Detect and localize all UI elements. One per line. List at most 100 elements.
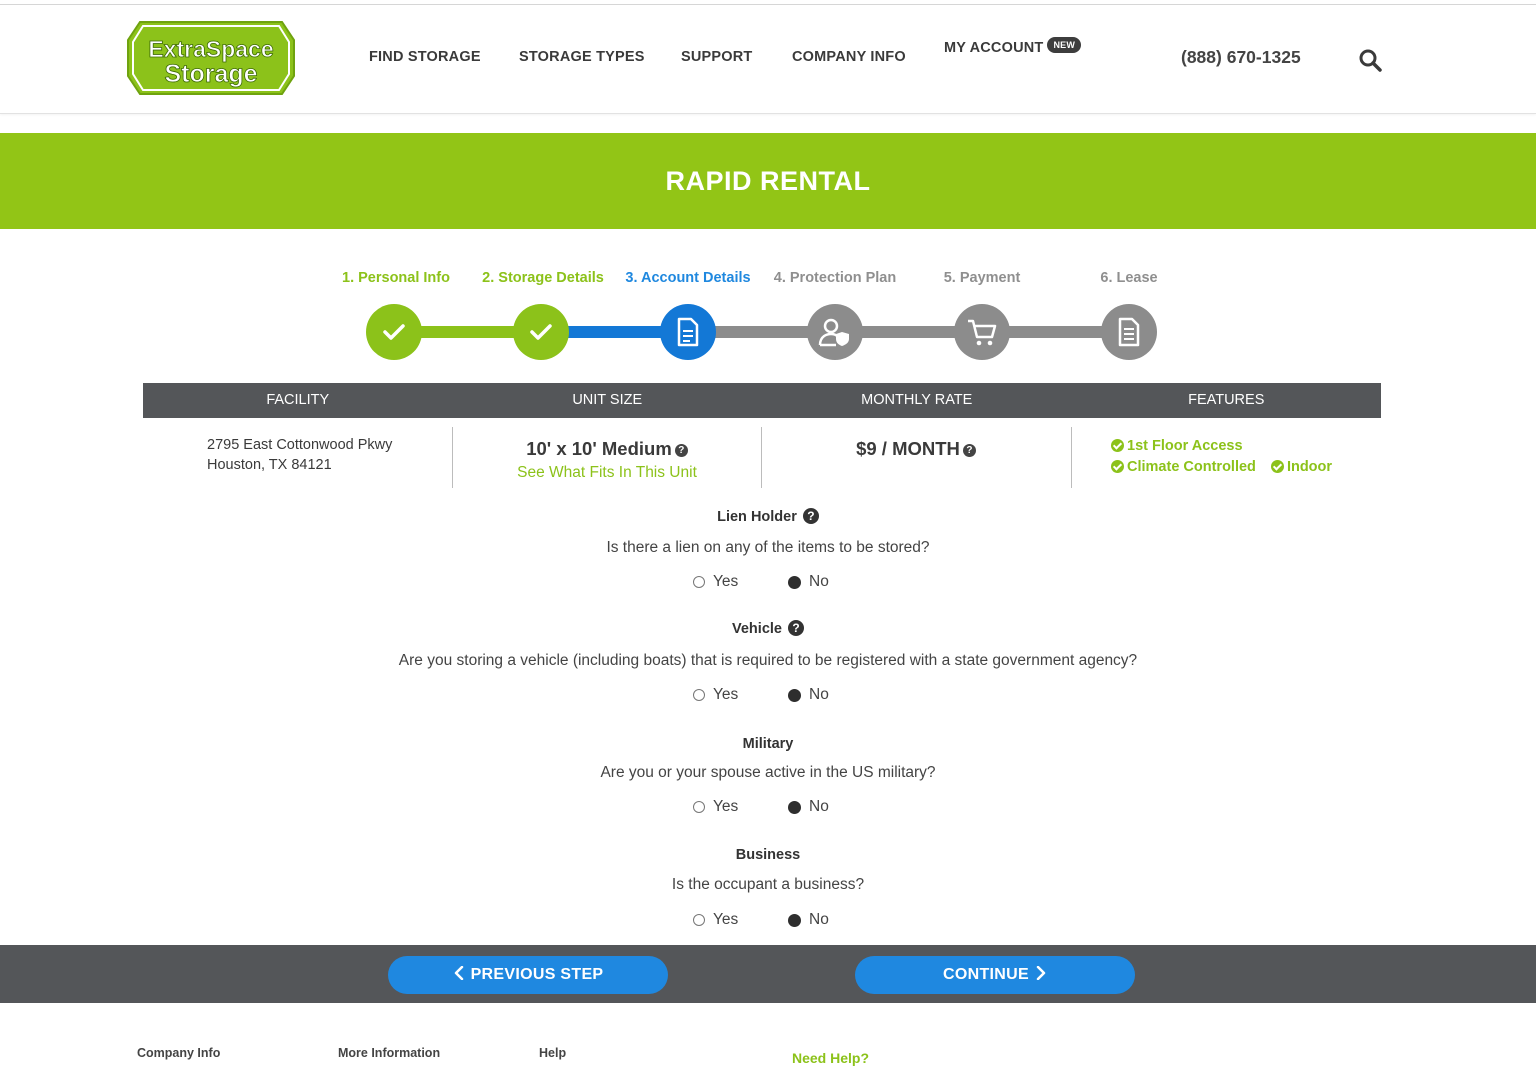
step-label-protection-plan: 4. Protection Plan [773, 270, 897, 286]
nav-company-info[interactable]: COMPANY INFO [792, 49, 906, 65]
feature-label: Climate Controlled [1127, 459, 1256, 475]
radio-label: No [809, 911, 829, 928]
radio-label: Yes [713, 911, 739, 928]
monthly-rate-cell: $9 / MONTH? [762, 438, 1070, 498]
logo-text-line1: ExtraSpace [148, 36, 273, 62]
help-icon[interactable]: ? [674, 444, 688, 457]
summary-header-monthly-rate: MONTHLY RATE [861, 392, 973, 408]
feature-label: Indoor [1286, 459, 1333, 475]
page-title: RAPID RENTAL [665, 166, 871, 196]
step-circle-personal-info[interactable] [366, 304, 422, 360]
feature-item: Climate Controlled [1111, 459, 1256, 475]
step-circle-payment [954, 304, 1010, 360]
vehicle-question: Are you storing a vehicle (including boa… [398, 652, 1138, 669]
radio-label: Yes [713, 573, 739, 590]
lien-holder-yes-radio[interactable]: Yes [693, 573, 738, 591]
search-icon[interactable] [1357, 47, 1383, 73]
feature-item: Indoor [1270, 459, 1333, 475]
step-connector-3 [688, 326, 1129, 338]
address-line-2: Houston, TX 84121 [207, 457, 332, 473]
check-icon [530, 324, 552, 340]
question-title: Lien Holder [717, 509, 797, 525]
step-label-payment: 5. Payment [943, 270, 1021, 286]
summary-divider [1071, 427, 1072, 488]
radio-label: No [809, 798, 829, 815]
step-circle-account-details [660, 304, 716, 360]
military-radio-group: Yes No [693, 798, 893, 818]
features-cell: 1st Floor Access Climate Controlled Indo… [1111, 437, 1371, 497]
radio-label: Yes [713, 798, 739, 815]
military-no-radio[interactable]: No [788, 798, 829, 816]
step-navigation-bar: PREVIOUS STEP CONTINUE [0, 945, 1536, 1003]
previous-step-button[interactable]: PREVIOUS STEP [388, 956, 668, 994]
chevron-left-icon [454, 965, 463, 981]
military-question: Are you or your spouse active in the US … [600, 764, 936, 781]
facility-address: 2795 East Cottonwood Pkwy Houston, TX 84… [207, 435, 447, 495]
continue-label: CONTINUE [943, 966, 1029, 983]
nav-my-account-label: MY ACCOUNT [944, 40, 1044, 56]
step-circle-storage-details[interactable] [513, 304, 569, 360]
see-what-fits-link[interactable]: See What Fits In This Unit [453, 464, 761, 482]
lease-document-icon [1118, 317, 1140, 347]
phone-number[interactable]: (888) 670-1325 [1181, 47, 1301, 68]
chevron-right-icon [1036, 965, 1046, 981]
page-banner: RAPID RENTAL [0, 133, 1536, 229]
step-label-storage-details[interactable]: 2. Storage Details [482, 270, 604, 286]
nav-my-account[interactable]: MY ACCOUNT NEW [944, 37, 1082, 57]
step-circle-protection-plan [807, 304, 863, 360]
summary-header-unit-size: UNIT SIZE [572, 392, 643, 408]
radio-label: Yes [713, 686, 739, 703]
user-shield-icon [818, 318, 849, 347]
summary-header-bar: FACILITY UNIT SIZE MONTHLY RATE FEATURES [143, 383, 1381, 418]
nav-support[interactable]: SUPPORT [681, 49, 753, 65]
previous-step-label: PREVIOUS STEP [470, 966, 604, 983]
vehicle-no-radio[interactable]: No [788, 686, 829, 704]
nav-find-storage[interactable]: FIND STORAGE [369, 49, 481, 65]
feature-label: 1st Floor Access [1127, 438, 1243, 454]
business-yes-radio[interactable]: Yes [693, 911, 738, 929]
check-icon [383, 324, 405, 340]
help-icon[interactable]: ? [962, 444, 976, 457]
lien-holder-radio-group: Yes No [693, 573, 893, 593]
step-label-personal-info[interactable]: 1. Personal Info [342, 270, 450, 286]
question-title: Vehicle [732, 621, 782, 637]
continue-button[interactable]: CONTINUE [855, 956, 1135, 994]
summary-header-facility: FACILITY [266, 392, 330, 408]
lien-holder-question: Is there a lien on any of the items to b… [606, 539, 930, 556]
unit-size-value: 10' x 10' Medium [526, 438, 672, 459]
vehicle-title: Vehicle? [0, 620, 1536, 637]
check-circle-icon [1111, 460, 1124, 473]
nav-storage-types[interactable]: STORAGE TYPES [519, 49, 645, 65]
business-radio-group: Yes No [693, 911, 893, 931]
military-yes-radio[interactable]: Yes [693, 798, 738, 816]
business-no-radio[interactable]: No [788, 911, 829, 929]
help-icon[interactable]: ? [802, 508, 819, 524]
site-header: ExtraSpace Storage FIND STORAGE STORAGE … [0, 5, 1536, 114]
military-title: Military [742, 736, 794, 752]
cart-icon [968, 319, 997, 346]
extra-space-storage-logo[interactable]: ExtraSpace Storage [126, 20, 296, 96]
help-icon[interactable]: ? [787, 620, 804, 636]
feature-row: Climate Controlled Indoor [1111, 458, 1371, 475]
business-question: Is the occupant a business? [671, 876, 865, 893]
summary-header-features: FEATURES [1188, 392, 1265, 408]
check-circle-icon [1111, 439, 1124, 452]
footer-company-info[interactable]: Company Info [137, 1046, 220, 1060]
new-badge: NEW [1047, 37, 1082, 53]
lien-holder-title: Lien Holder? [0, 508, 1536, 525]
step-circle-lease [1101, 304, 1157, 360]
radio-label: No [809, 686, 829, 703]
unit-size-cell: 10' x 10' Medium? See What Fits In This … [453, 438, 761, 498]
vehicle-radio-group: Yes No [693, 686, 893, 706]
check-circle-icon [1270, 460, 1284, 473]
business-title: Business [735, 847, 801, 863]
radio-label: No [809, 573, 829, 590]
footer-more-information[interactable]: More Information [338, 1046, 440, 1060]
document-icon [677, 317, 699, 347]
vehicle-yes-radio[interactable]: Yes [693, 686, 738, 704]
address-line-1: 2795 East Cottonwood Pkwy [207, 437, 393, 453]
lien-holder-no-radio[interactable]: No [788, 573, 829, 591]
feature-item: 1st Floor Access [1111, 437, 1371, 454]
footer-help[interactable]: Help [539, 1046, 566, 1060]
monthly-rate-value: $9 / MONTH [856, 438, 960, 459]
